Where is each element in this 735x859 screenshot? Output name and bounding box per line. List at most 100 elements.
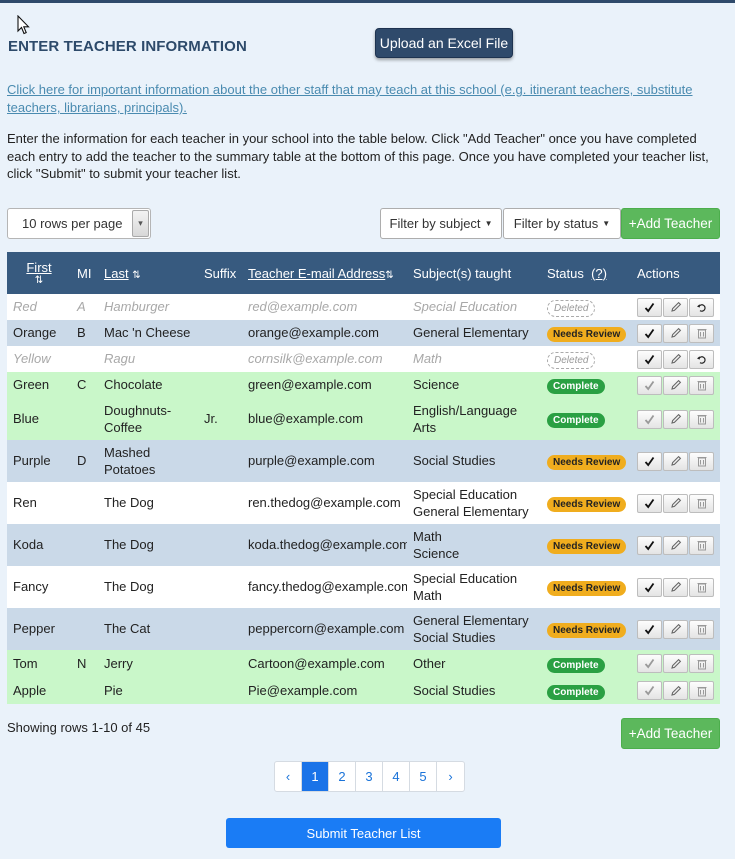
- pencil-icon[interactable]: [663, 681, 688, 700]
- actions-cell: [631, 440, 720, 482]
- subjects-cell: Science: [407, 372, 541, 398]
- table-row: Pepper The Cat peppercorn@example.com Gener…: [7, 608, 720, 650]
- first-name-cell: Fancy: [7, 566, 71, 608]
- pencil-icon[interactable]: [663, 297, 688, 317]
- suffix-cell: [198, 482, 242, 524]
- email-cell: Cartoon@example.com: [242, 650, 407, 677]
- check-icon[interactable]: [637, 409, 662, 429]
- pencil-icon[interactable]: [663, 577, 688, 597]
- column-header-subjects: Subject(s) taught: [407, 252, 541, 294]
- middle-initial-cell: [71, 482, 98, 524]
- pencil-icon[interactable]: [663, 535, 688, 555]
- check-icon[interactable]: [637, 681, 662, 700]
- trash-icon[interactable]: [689, 535, 714, 555]
- page-button-1[interactable]: 1: [302, 762, 329, 791]
- undo-icon[interactable]: [689, 297, 714, 317]
- submit-teacher-list-button[interactable]: Submit Teacher List: [226, 818, 501, 848]
- pencil-icon[interactable]: [663, 323, 688, 343]
- check-icon[interactable]: [637, 577, 662, 597]
- upload-excel-button[interactable]: Upload an Excel File: [375, 28, 513, 58]
- check-icon[interactable]: [637, 619, 662, 639]
- page-button-4[interactable]: 4: [383, 762, 410, 791]
- staff-info-link[interactable]: Click here for important information abo…: [7, 81, 722, 117]
- actions-cell: [631, 482, 720, 524]
- next-page-icon[interactable]: ›: [437, 762, 464, 791]
- last-name-cell-line: Potatoes: [104, 462, 156, 477]
- column-header-email[interactable]: Teacher E-mail Address⇅: [242, 252, 407, 294]
- page-button-3[interactable]: 3: [356, 762, 383, 791]
- check-icon[interactable]: [637, 375, 662, 395]
- actions-cell: [631, 294, 720, 320]
- actions-cell: [631, 398, 720, 440]
- first-name-cell: Koda: [7, 524, 71, 566]
- column-header-last[interactable]: Last ⇅: [98, 252, 198, 294]
- sort-icon[interactable]: ⇅: [132, 270, 140, 281]
- trash-icon[interactable]: [689, 451, 714, 471]
- undo-icon[interactable]: [689, 349, 714, 369]
- subjects-cell-line: Arts: [413, 420, 437, 435]
- table-row: Koda The Dog koda.thedog@example.com Math Sc…: [7, 524, 720, 566]
- pencil-icon[interactable]: [663, 375, 688, 395]
- status-badge: Needs Review: [547, 497, 627, 512]
- pencil-icon[interactable]: [663, 451, 688, 471]
- check-icon[interactable]: [637, 654, 662, 673]
- subjects-cell-line: Special Education: [413, 486, 518, 502]
- page-button-2[interactable]: 2: [329, 762, 356, 791]
- trash-icon[interactable]: [689, 577, 714, 597]
- pencil-icon[interactable]: [663, 349, 688, 369]
- status-help-link[interactable]: (?): [591, 266, 607, 281]
- last-name-cell-line: Doughnuts-: [104, 402, 172, 418]
- trash-icon[interactable]: [689, 681, 714, 700]
- status-badge: Complete: [547, 413, 605, 428]
- pencil-icon[interactable]: [663, 619, 688, 639]
- sort-icon[interactable]: ⇅: [385, 270, 393, 281]
- subjects-cell: Social Studies: [407, 440, 541, 482]
- table-header-row: First ⇅ MI Last ⇅ Suffix Teacher E-mail …: [7, 252, 720, 294]
- first-header-label[interactable]: First: [7, 260, 71, 275]
- pencil-icon[interactable]: [663, 654, 688, 673]
- check-icon[interactable]: [637, 451, 662, 471]
- filter-by-subject-button[interactable]: Filter by subject ▼: [380, 208, 502, 239]
- column-header-status: Status (?): [541, 252, 631, 294]
- pencil-icon[interactable]: [663, 409, 688, 429]
- check-icon[interactable]: [637, 323, 662, 343]
- trash-icon[interactable]: [689, 619, 714, 639]
- rows-per-page-select[interactable]: 10 rows per page ▾: [7, 208, 151, 239]
- last-name-cell: The Dog: [98, 566, 198, 608]
- status-badge: Needs Review: [547, 327, 627, 342]
- trash-icon[interactable]: [689, 654, 714, 673]
- sort-icon[interactable]: ⇅: [7, 275, 71, 286]
- subjects-cell: Social Studies: [407, 677, 541, 704]
- subjects-cell-line: General Elementary: [413, 612, 529, 628]
- check-icon[interactable]: [637, 297, 662, 317]
- table-row: Orange B Mac 'n Cheese orange@example.com Ge…: [7, 320, 720, 346]
- filter-subject-label: Filter by subject: [389, 216, 481, 231]
- email-cell: purple@example.com: [242, 440, 407, 482]
- suffix-cell: [198, 650, 242, 677]
- subjects-cell: Special Education General Elementary: [407, 482, 541, 524]
- last-header-label[interactable]: Last: [104, 266, 129, 281]
- first-name-cell: Orange: [7, 320, 71, 346]
- column-header-first[interactable]: First ⇅: [7, 252, 71, 294]
- trash-icon[interactable]: [689, 493, 714, 513]
- suffix-cell: [198, 677, 242, 704]
- previous-page-icon[interactable]: ‹: [275, 762, 302, 791]
- check-icon[interactable]: [637, 493, 662, 513]
- pencil-icon[interactable]: [663, 493, 688, 513]
- chevron-down-icon[interactable]: ▾: [132, 210, 149, 237]
- add-teacher-button-bottom[interactable]: +Add Teacher: [621, 718, 720, 749]
- email-header-label[interactable]: Teacher E-mail Address: [248, 266, 385, 281]
- trash-icon[interactable]: [689, 409, 714, 429]
- page-title: ENTER TEACHER INFORMATION: [8, 38, 247, 55]
- trash-icon[interactable]: [689, 323, 714, 343]
- check-icon[interactable]: [637, 535, 662, 555]
- trash-icon[interactable]: [689, 375, 714, 395]
- top-bar: [0, 0, 735, 3]
- filter-by-status-button[interactable]: Filter by status ▼: [503, 208, 621, 239]
- add-teacher-button-top[interactable]: +Add Teacher: [621, 208, 720, 239]
- check-icon[interactable]: [637, 349, 662, 369]
- last-name-cell-line: Coffee: [104, 420, 143, 435]
- page-button-5[interactable]: 5: [410, 762, 437, 791]
- last-name-cell: Pie: [98, 677, 198, 704]
- first-name-cell: Apple: [7, 677, 71, 704]
